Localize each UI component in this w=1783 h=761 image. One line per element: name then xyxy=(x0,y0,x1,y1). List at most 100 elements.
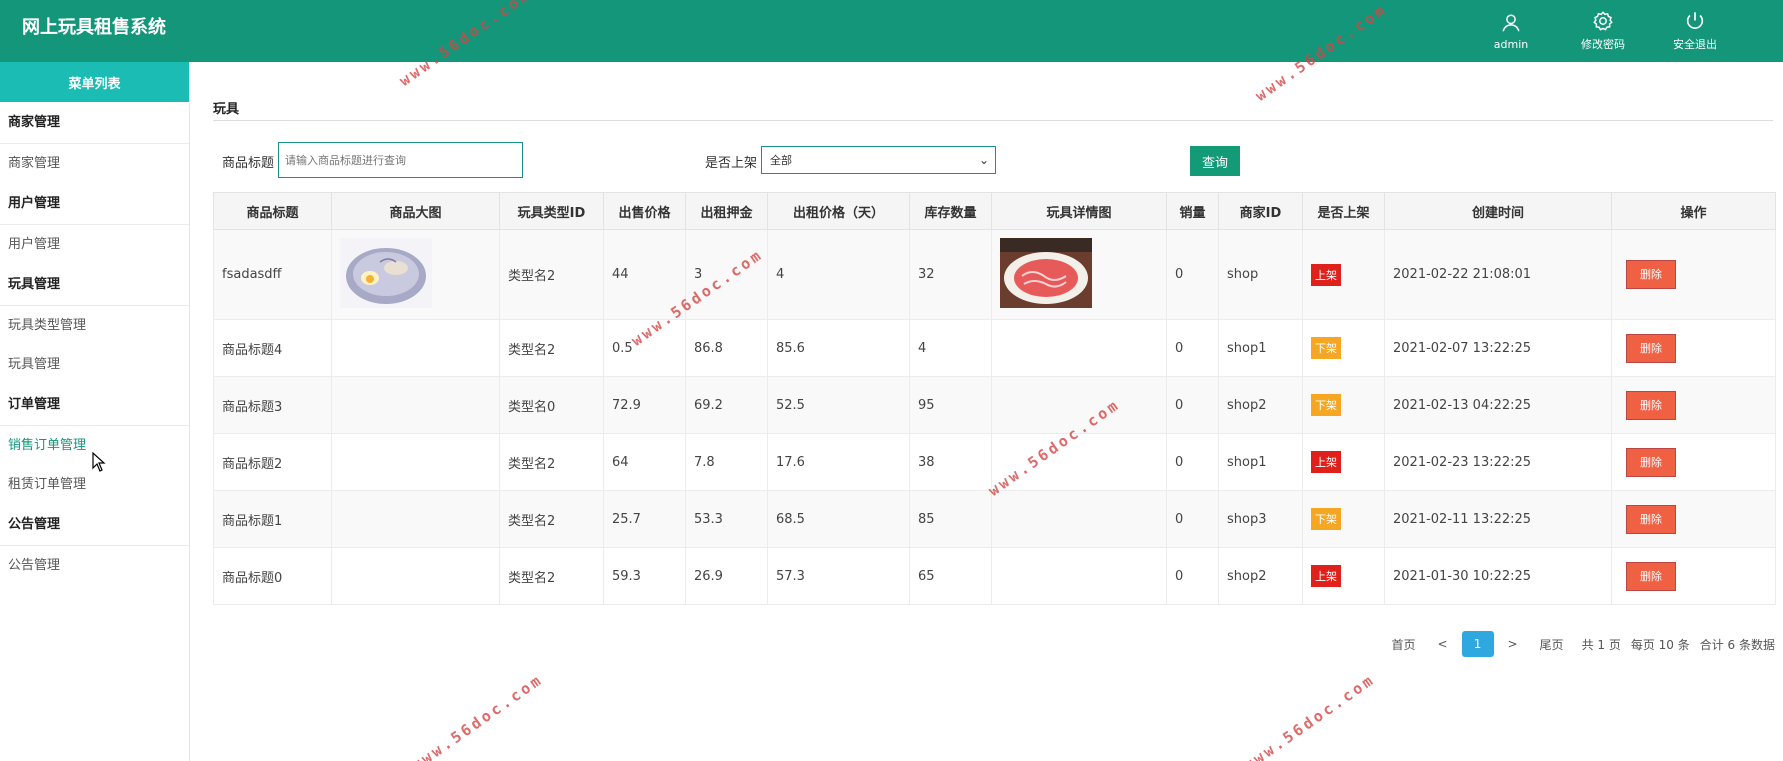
col-created: 创建时间 xyxy=(1384,192,1612,230)
user-label: admin xyxy=(1493,37,1529,51)
cell-created: 2021-02-13 04:22:25 xyxy=(1384,376,1612,434)
cell-created: 2021-02-22 21:08:01 xyxy=(1384,229,1612,320)
prev-page-button[interactable]: < xyxy=(1428,631,1458,657)
user-button[interactable]: admin xyxy=(1465,0,1557,62)
sidebar-item-toy-management[interactable]: 玩具管理 xyxy=(0,345,189,384)
status-filter-value: 全部 xyxy=(770,154,792,167)
cell-price: 0.5 xyxy=(603,319,686,377)
detail-image-meat-plate xyxy=(1000,237,1092,308)
cell-title: 商品标题3 xyxy=(213,376,332,434)
next-page-button[interactable]: > xyxy=(1498,631,1528,657)
cell-sales: 0 xyxy=(1166,433,1219,491)
cell-shop: shop2 xyxy=(1218,547,1303,605)
cell-deposit: 86.8 xyxy=(685,319,768,377)
col-title: 商品标题 xyxy=(213,192,332,230)
sidebar-item-user-management[interactable]: 用户管理 xyxy=(0,225,189,264)
col-rent-price: 出租价格（天） xyxy=(767,192,910,230)
cell-detail-image xyxy=(991,376,1167,434)
cell-shop: shop1 xyxy=(1218,319,1303,377)
table-row: fsadasdff 类型名2 44 3 4 32 0 shop 上架 2021-… xyxy=(213,229,1776,320)
logout-label: 安全退出 xyxy=(1673,38,1717,51)
col-sale-price: 出售价格 xyxy=(603,192,686,230)
delete-button[interactable]: 删除 xyxy=(1626,390,1676,420)
status-badge: 下架 xyxy=(1311,337,1341,359)
delete-button[interactable]: 删除 xyxy=(1626,260,1676,289)
cell-created: 2021-01-30 10:22:25 xyxy=(1384,547,1612,605)
change-password-label: 修改密码 xyxy=(1581,38,1625,51)
last-page-button[interactable]: 尾页 xyxy=(1532,631,1572,657)
product-image-noodles xyxy=(340,237,432,308)
cell-detail-image xyxy=(991,319,1167,377)
cell-type: 类型名0 xyxy=(499,376,604,434)
cell-title: 商品标题0 xyxy=(213,547,332,605)
status-filter-select[interactable]: 全部 ⌄ xyxy=(761,146,996,174)
col-deposit: 出租押金 xyxy=(685,192,768,230)
sidebar-item-notice-management[interactable]: 公告管理 xyxy=(0,546,189,585)
sidebar-item-merchant-management[interactable]: 商家管理 xyxy=(0,144,189,183)
cell-title: 商品标题1 xyxy=(213,490,332,548)
table-row: 商品标题3 类型名0 72.9 69.2 52.5 95 0 shop2 下架 … xyxy=(213,376,1776,434)
top-header: 网上玩具租售系统 admin 修改密码 安全退出 xyxy=(0,0,1783,62)
page-title: 玩具 xyxy=(213,102,240,117)
col-stock: 库存数量 xyxy=(909,192,992,230)
main-content: 玩具 商品标题 是否上架 全部 ⌄ 查询 商品标题 商品大图 玩具类型ID 出售… xyxy=(190,62,1783,761)
cell-type: 类型名2 xyxy=(499,229,604,320)
cell-shop: shop3 xyxy=(1218,490,1303,548)
delete-button[interactable]: 删除 xyxy=(1626,447,1676,477)
menu-group-toy: 玩具管理 xyxy=(0,264,189,306)
first-page-button[interactable]: 首页 xyxy=(1384,631,1424,657)
query-button[interactable]: 查询 xyxy=(1190,146,1240,176)
per-page-text: 每页 10 条 xyxy=(1630,637,1690,652)
cell-created: 2021-02-07 13:22:25 xyxy=(1384,319,1612,377)
cell-price: 44 xyxy=(603,229,686,320)
cell-main-image xyxy=(331,490,500,548)
cell-shop: shop xyxy=(1218,229,1303,320)
table-row: 商品标题2 类型名2 64 7.8 17.6 38 0 shop1 上架 202… xyxy=(213,433,1776,491)
search-bar: 商品标题 是否上架 全部 ⌄ 查询 xyxy=(190,142,1783,178)
gear-icon xyxy=(1593,11,1613,31)
cell-stock: 65 xyxy=(909,547,992,605)
current-page-button[interactable]: 1 xyxy=(1461,631,1494,657)
col-shop-id: 商家ID xyxy=(1218,192,1303,230)
cell-stock: 38 xyxy=(909,433,992,491)
cell-main-image xyxy=(331,433,500,491)
cell-created: 2021-02-11 13:22:25 xyxy=(1384,490,1612,548)
status-badge: 上架 xyxy=(1311,263,1341,286)
cell-status: 下架 xyxy=(1302,376,1385,434)
cell-price: 64 xyxy=(603,433,686,491)
title-search-label: 商品标题 xyxy=(222,156,275,171)
cell-detail-image xyxy=(991,490,1167,548)
chevron-down-icon: ⌄ xyxy=(978,153,989,167)
cell-actions: 删除 xyxy=(1611,490,1776,548)
change-password-button[interactable]: 修改密码 xyxy=(1557,0,1649,62)
cell-detail-image xyxy=(991,433,1167,491)
cell-shop: shop1 xyxy=(1218,433,1303,491)
status-badge: 上架 xyxy=(1311,565,1341,587)
col-type-id: 玩具类型ID xyxy=(499,192,604,230)
cell-detail-image xyxy=(991,547,1167,605)
title-divider xyxy=(213,120,1773,121)
total-pages-text: 共 1 页 xyxy=(1581,637,1621,652)
delete-button[interactable]: 删除 xyxy=(1626,561,1676,591)
cell-actions: 删除 xyxy=(1611,433,1776,491)
cell-price: 72.9 xyxy=(603,376,686,434)
cell-sales: 0 xyxy=(1166,319,1219,377)
title-search-input[interactable] xyxy=(278,142,523,178)
status-filter-label: 是否上架 xyxy=(705,156,758,171)
col-main-image: 商品大图 xyxy=(331,192,500,230)
menu-group-user: 用户管理 xyxy=(0,183,189,225)
cell-type: 类型名2 xyxy=(499,490,604,548)
cell-sales: 0 xyxy=(1166,376,1219,434)
cell-status: 上架 xyxy=(1302,547,1385,605)
cell-rent: 68.5 xyxy=(767,490,910,548)
cell-type: 类型名2 xyxy=(499,433,604,491)
cell-type: 类型名2 xyxy=(499,319,604,377)
menu-group-order: 订单管理 xyxy=(0,384,189,426)
menu-group-notice: 公告管理 xyxy=(0,504,189,546)
cell-status: 下架 xyxy=(1302,319,1385,377)
toy-table: 商品标题 商品大图 玩具类型ID 出售价格 出租押金 出租价格（天） 库存数量 … xyxy=(213,192,1776,605)
delete-button[interactable]: 删除 xyxy=(1626,504,1676,534)
sidebar-item-toy-type-management[interactable]: 玩具类型管理 xyxy=(0,306,189,345)
delete-button[interactable]: 删除 xyxy=(1626,333,1676,363)
logout-button[interactable]: 安全退出 xyxy=(1649,0,1741,62)
